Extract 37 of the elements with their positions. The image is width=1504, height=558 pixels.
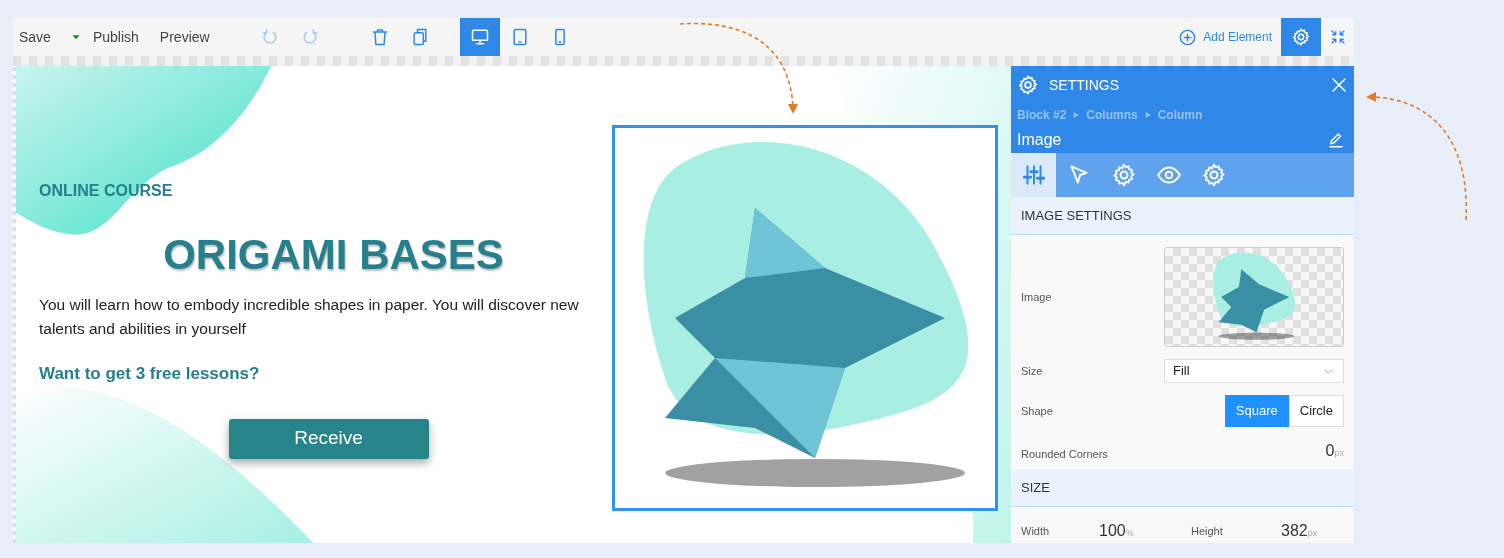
preview-button[interactable]: Preview — [159, 18, 210, 56]
shape-option[interactable]: Circle — [1288, 395, 1344, 428]
section-title: SIZE — [1021, 478, 1050, 497]
settings-icon — [1200, 161, 1227, 188]
desktop-icon — [469, 27, 490, 47]
pencil-icon[interactable] — [1327, 131, 1345, 149]
settings-icon — [1291, 27, 1311, 47]
field-label: Image — [1021, 289, 1052, 305]
field-label: Shape — [1021, 403, 1053, 419]
field-label: Width — [1021, 523, 1051, 539]
image-preview[interactable] — [1164, 247, 1344, 348]
description-text: You will learn how to embody incredible shapes in paper. You will discover new talents and abilities in yourself — [39, 295, 580, 339]
settings-icon — [1017, 74, 1039, 96]
element-title: Image — [1017, 130, 1063, 150]
triangle-right-icon — [1143, 111, 1152, 119]
field-label: Height — [1191, 523, 1224, 539]
field-label: Size — [1021, 363, 1043, 379]
page-title: ORIGAMI BASES — [163, 231, 504, 279]
publish-button[interactable]: Publish — [92, 18, 139, 56]
photo-placeholder[interactable] — [612, 125, 998, 511]
style-tab[interactable] — [1011, 152, 1056, 198]
field-label: Rounded Corners — [1021, 446, 1108, 462]
triangle-right-icon — [1072, 111, 1081, 119]
dimension-value[interactable]: 382px — [1281, 519, 1318, 543]
settings-icon — [1110, 161, 1137, 188]
receive-button[interactable]: Receive — [228, 418, 429, 459]
save-button[interactable]: Save — [19, 18, 51, 56]
question-text: Want to get 3 free lessons? — [39, 363, 261, 385]
size-select[interactable]: Fill — [1164, 359, 1344, 384]
desktop-view-tab[interactable] — [459, 18, 500, 56]
section-title: IMAGE SETTINGS — [1021, 207, 1132, 225]
plus-circle-icon — [1178, 27, 1198, 47]
panel-title: SETTINGS — [1049, 75, 1120, 95]
dimension-value[interactable]: 100% — [1099, 519, 1191, 543]
settings-button[interactable] — [1281, 18, 1321, 56]
rounded-corners-value[interactable]: 0px — [1325, 439, 1344, 470]
close-icon[interactable] — [1330, 76, 1348, 94]
